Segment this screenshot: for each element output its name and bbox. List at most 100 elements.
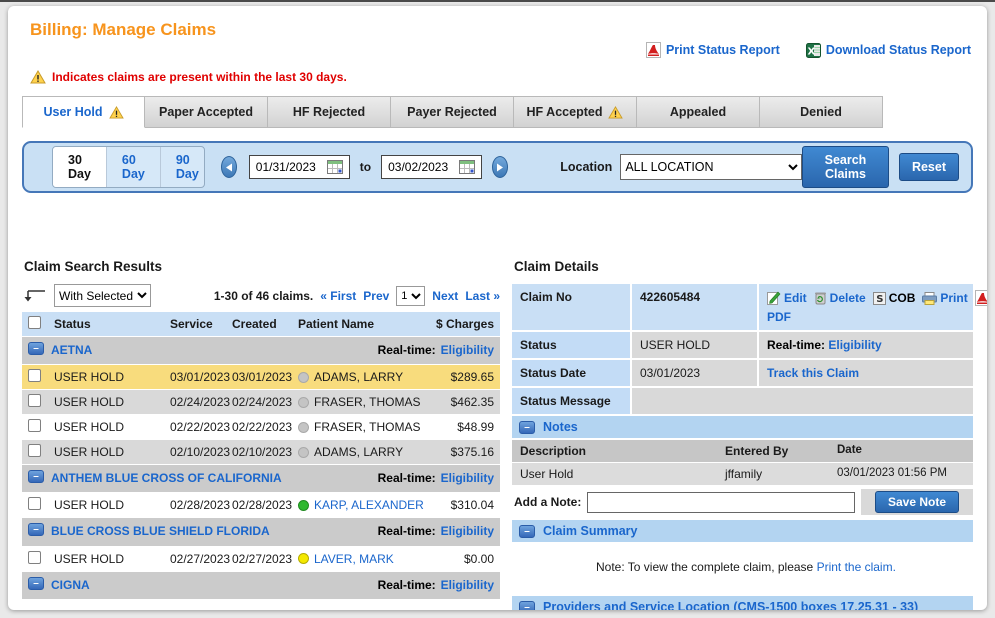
providers-section-header[interactable]: Providers and Service Location (CMS-1500…	[512, 596, 973, 610]
status-dot-gray	[298, 422, 309, 433]
prev-page-link[interactable]: Prev	[363, 289, 389, 303]
day-range-90[interactable]: 90 Day	[161, 147, 205, 187]
claim-charges: $48.99	[424, 420, 494, 434]
first-page-link[interactable]: « First	[320, 289, 356, 303]
eligibility-link[interactable]: Eligibility	[441, 471, 494, 485]
notes-section-header[interactable]: Notes	[512, 416, 973, 438]
created-date: 02/22/2023	[232, 420, 298, 434]
pdf-label[interactable]: PDF	[767, 310, 965, 324]
print-status-report-link[interactable]: Print Status Report	[646, 42, 780, 58]
collapse-icon[interactable]	[28, 523, 44, 536]
claim-row[interactable]: USER HOLD02/28/202302/28/2023KARP, ALEXA…	[22, 493, 500, 517]
claims-table-body: AETNAReal-time:EligibilityUSER HOLD03/01…	[22, 337, 500, 599]
results-heading: Claim Search Results	[24, 259, 500, 274]
column-status: Status	[54, 317, 170, 331]
collapse-icon[interactable]	[28, 577, 44, 590]
tab-payer-rejected[interactable]: Payer Rejected	[391, 96, 514, 128]
tab-hf-rejected[interactable]: HF Rejected	[268, 96, 391, 128]
add-note-label: Add a Note:	[514, 495, 581, 509]
edit-claim-button[interactable]: Edit	[767, 291, 807, 305]
reset-button[interactable]: Reset	[899, 153, 959, 181]
next-date-range-button[interactable]	[492, 156, 508, 178]
collapse-icon[interactable]	[28, 342, 44, 355]
row-checkbox[interactable]	[28, 551, 41, 564]
track-claim-link[interactable]: Track this Claim	[767, 366, 859, 380]
delete-claim-button[interactable]: Delete	[814, 291, 866, 305]
search-claims-button[interactable]: Search Claims	[802, 146, 889, 188]
save-note-cell: Save Note	[861, 489, 973, 515]
payer-name-link[interactable]: AETNA	[51, 341, 370, 360]
status-date-value: 03/01/2023	[632, 360, 757, 386]
row-checkbox[interactable]	[28, 444, 41, 457]
realtime-wrap: Real-time: Eligibility	[378, 522, 494, 541]
claim-row[interactable]: USER HOLD03/01/202303/01/2023ADAMS, LARR…	[22, 365, 500, 389]
with-selected-select[interactable]: With Selected	[54, 284, 151, 307]
tab-user-hold[interactable]: User Hold	[22, 96, 145, 128]
column-patient-name: Patient Name	[298, 317, 424, 331]
warning-note-row: Indicates claims are present within the …	[30, 70, 973, 84]
realtime-label: Real-time:	[378, 524, 436, 538]
tab-appealed[interactable]: Appealed	[637, 96, 760, 128]
day-range-60[interactable]: 60 Day	[107, 147, 161, 187]
payer-name-link[interactable]: ANTHEM BLUE CROSS OF CALIFORNIA	[51, 469, 370, 488]
claim-status: USER HOLD	[54, 395, 170, 409]
claim-row[interactable]: USER HOLD02/10/202302/10/2023ADAMS, LARR…	[22, 440, 500, 464]
date-to-input[interactable]	[388, 160, 454, 174]
notes-column-date: Date	[837, 444, 965, 458]
created-date: 03/01/2023	[232, 370, 298, 384]
calendar-icon[interactable]	[327, 160, 343, 174]
eligibility-link[interactable]: Eligibility	[828, 338, 881, 352]
status-row: Status USER HOLD Real-time: Eligibility	[512, 332, 973, 358]
collapse-icon[interactable]	[519, 421, 535, 434]
date-from-input[interactable]	[256, 160, 322, 174]
print-claim-button[interactable]: Print	[922, 291, 967, 305]
print-the-claim-link[interactable]: Print the claim.	[817, 560, 896, 574]
calendar-icon[interactable]	[459, 160, 475, 174]
next-page-link[interactable]: Next	[432, 289, 458, 303]
main-columns: Claim Search Results With Selected 1-30 …	[22, 259, 973, 610]
claims-table-header: Status Service Created Patient Name $ Ch…	[22, 312, 500, 336]
tab-hf-accepted[interactable]: HF Accepted	[514, 96, 637, 128]
cob-button[interactable]: S COB	[873, 291, 916, 305]
add-note-input[interactable]	[587, 492, 855, 513]
row-checkbox[interactable]	[28, 419, 41, 432]
status-message-value	[632, 388, 973, 414]
save-note-button[interactable]: Save Note	[875, 491, 959, 513]
claim-row[interactable]: USER HOLD02/24/202302/24/2023FRASER, THO…	[22, 390, 500, 414]
edit-label: Edit	[784, 291, 807, 305]
page-select[interactable]: 1	[396, 286, 425, 306]
tab-denied[interactable]: Denied	[760, 96, 883, 128]
date-to-field	[381, 155, 482, 179]
status-message-row: Status Message	[512, 388, 973, 414]
row-checkbox[interactable]	[28, 369, 41, 382]
last-page-link[interactable]: Last »	[465, 289, 500, 303]
collapse-icon[interactable]	[519, 601, 535, 610]
payer-name-link[interactable]: BLUE CROSS BLUE SHIELD FLORIDA	[51, 522, 370, 541]
note-description: User Hold	[520, 467, 725, 481]
eligibility-link[interactable]: Eligibility	[441, 578, 494, 592]
prev-date-range-button[interactable]	[221, 156, 237, 178]
eligibility-link[interactable]: Eligibility	[441, 343, 494, 357]
search-filter-panel: 30 Day 60 Day 90 Day to Location ALL LOC…	[22, 141, 973, 193]
claim-row[interactable]: USER HOLD02/27/202302/27/2023LAVER, MARK…	[22, 547, 500, 571]
cob-icon: S	[873, 292, 886, 305]
date-to-label: to	[360, 160, 371, 174]
select-all-checkbox[interactable]	[28, 316, 41, 329]
eligibility-link[interactable]: Eligibility	[441, 524, 494, 538]
row-checkbox[interactable]	[28, 497, 41, 510]
pdf-icon	[646, 42, 661, 58]
collapse-icon[interactable]	[28, 470, 44, 483]
payer-name-link[interactable]: CIGNA	[51, 576, 370, 595]
location-select[interactable]: ALL LOCATION	[620, 154, 802, 180]
patient-name[interactable]: KARP, ALEXANDER	[314, 498, 424, 512]
day-range-30[interactable]: 30 Day	[53, 147, 107, 187]
pdf-claim-button[interactable]	[975, 290, 987, 306]
tab-paper-accepted[interactable]: Paper Accepted	[145, 96, 268, 128]
collapse-icon[interactable]	[519, 525, 535, 538]
patient-name[interactable]: LAVER, MARK	[314, 552, 394, 566]
row-checkbox[interactable]	[28, 394, 41, 407]
claim-summary-section-header[interactable]: Claim Summary	[512, 520, 973, 542]
claim-row[interactable]: USER HOLD02/22/202302/22/2023FRASER, THO…	[22, 415, 500, 439]
claim-charges: $0.00	[424, 552, 494, 566]
download-status-report-link[interactable]: X Download Status Report	[806, 43, 971, 58]
